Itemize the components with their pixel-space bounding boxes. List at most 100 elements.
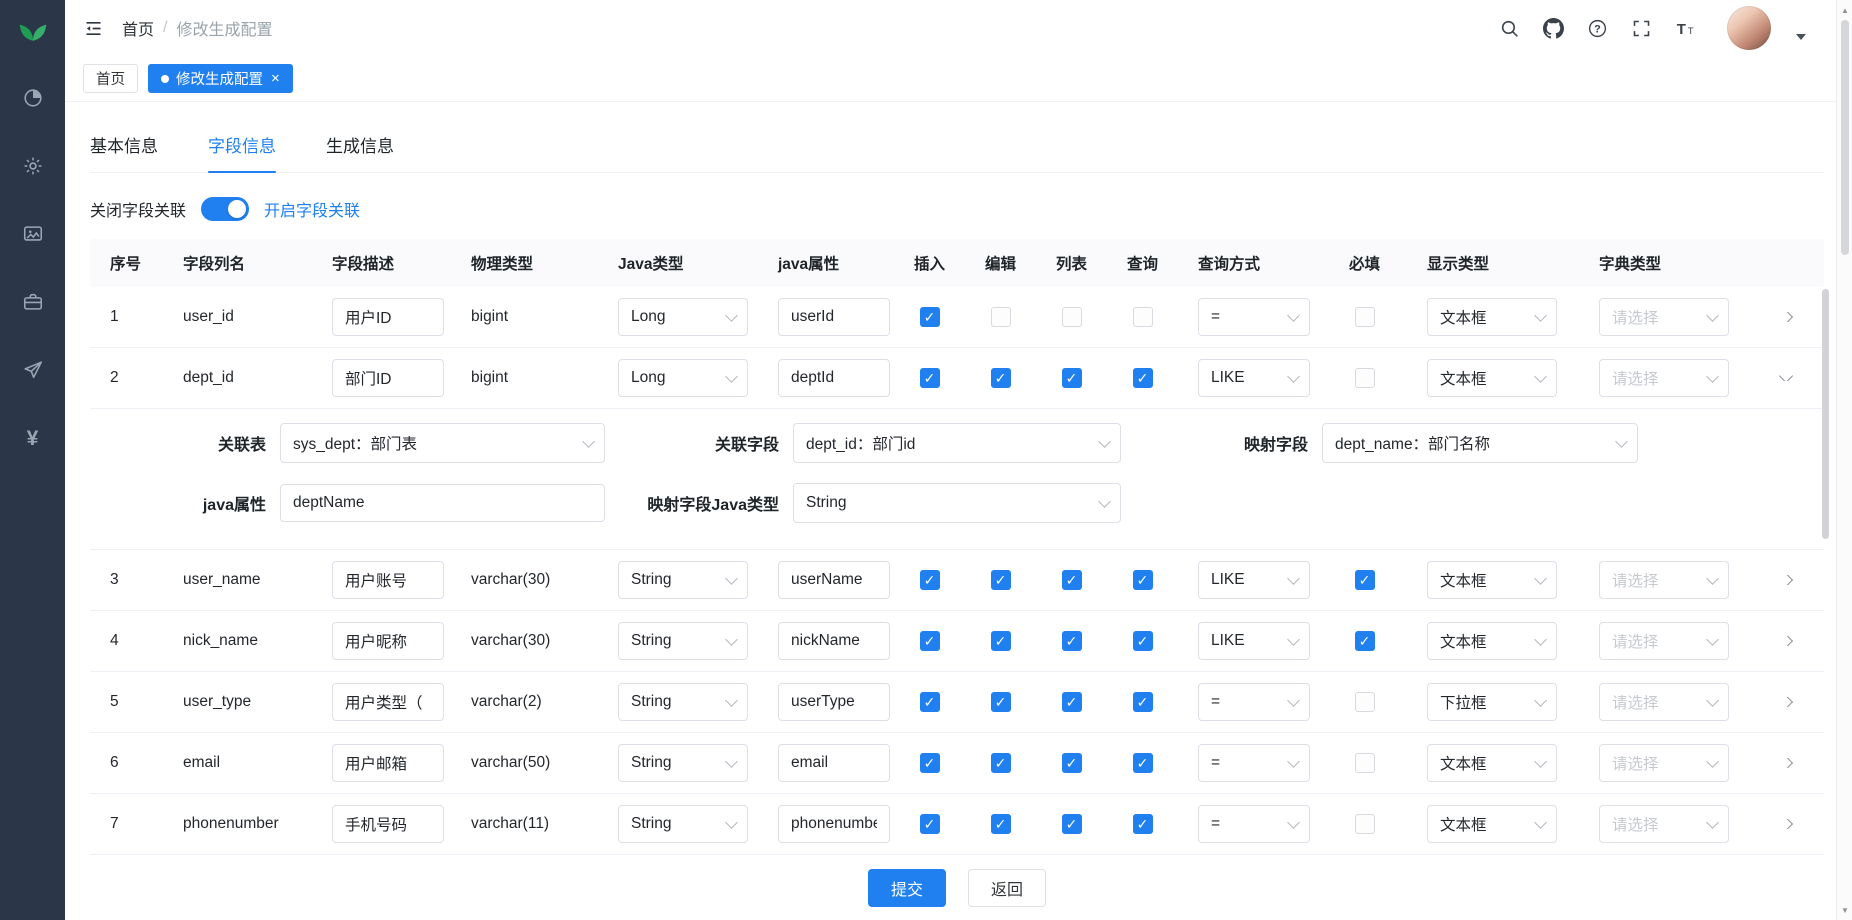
exp-java-prop-input[interactable]	[280, 484, 605, 522]
query-type-select[interactable]: LIKE	[1198, 622, 1310, 660]
edit-checkbox[interactable]: ✓	[991, 753, 1011, 773]
java-prop-input[interactable]	[778, 298, 890, 336]
scrollbar-down-arrow-icon[interactable]: ▼	[1837, 902, 1852, 918]
tab-1[interactable]: 字段信息	[208, 132, 276, 172]
briefcase-icon[interactable]	[21, 290, 45, 314]
fullscreen-icon[interactable]	[1631, 18, 1652, 39]
field-desc-input[interactable]	[332, 359, 444, 397]
expand-row-icon[interactable]	[1779, 758, 1793, 768]
java-type-select[interactable]: String	[618, 744, 748, 782]
list-checkbox[interactable]: ✓	[1062, 631, 1082, 651]
map-java-type-select[interactable]: String	[793, 483, 1121, 523]
expand-row-icon[interactable]	[1779, 312, 1793, 322]
edit-checkbox[interactable]: ✓	[991, 570, 1011, 590]
field-desc-input[interactable]	[332, 622, 444, 660]
list-checkbox[interactable]: ✓	[1062, 368, 1082, 388]
table-scrollbar-thumb[interactable]	[1822, 289, 1829, 539]
expand-row-icon[interactable]	[1779, 575, 1793, 585]
display-type-select[interactable]: 文本框	[1427, 805, 1557, 843]
display-type-select[interactable]: 文本框	[1427, 359, 1557, 397]
field-desc-input[interactable]	[332, 805, 444, 843]
query-type-select[interactable]: =	[1198, 298, 1310, 336]
tag-current[interactable]: 修改生成配置×	[148, 64, 293, 93]
field-association-toggle[interactable]	[201, 197, 249, 221]
dict-type-select[interactable]: 请选择	[1599, 561, 1729, 599]
java-type-select[interactable]: Long	[618, 359, 748, 397]
assoc-table-select[interactable]: sys_dept：部门表	[280, 423, 605, 463]
java-prop-input[interactable]	[778, 744, 890, 782]
list-checkbox[interactable]: ✓	[1062, 814, 1082, 834]
picture-monitor-icon[interactable]	[21, 222, 45, 246]
query-type-select[interactable]: LIKE	[1198, 359, 1310, 397]
expand-row-icon[interactable]	[1779, 636, 1793, 646]
java-prop-input[interactable]	[778, 359, 890, 397]
help-icon[interactable]: ?	[1587, 18, 1608, 39]
display-type-select[interactable]: 文本框	[1427, 298, 1557, 336]
send-plane-icon[interactable]	[21, 358, 45, 382]
required-checkbox[interactable]	[1355, 368, 1375, 388]
submit-button[interactable]: 提交	[868, 869, 946, 907]
user-avatar[interactable]	[1727, 6, 1771, 50]
insert-checkbox[interactable]: ✓	[920, 368, 940, 388]
required-checkbox[interactable]: ✓	[1355, 570, 1375, 590]
sidebar-collapse-icon[interactable]	[83, 18, 104, 39]
dict-type-select[interactable]: 请选择	[1599, 805, 1729, 843]
required-checkbox[interactable]	[1355, 814, 1375, 834]
query-checkbox[interactable]: ✓	[1133, 692, 1153, 712]
java-prop-input[interactable]	[778, 805, 890, 843]
java-type-select[interactable]: String	[618, 622, 748, 660]
edit-checkbox[interactable]: ✓	[991, 814, 1011, 834]
edit-checkbox[interactable]: ✓	[991, 631, 1011, 651]
query-type-select[interactable]: =	[1198, 744, 1310, 782]
display-type-select[interactable]: 文本框	[1427, 561, 1557, 599]
display-type-select[interactable]: 文本框	[1427, 622, 1557, 660]
query-checkbox[interactable]: ✓	[1133, 570, 1153, 590]
back-button[interactable]: 返回	[968, 869, 1046, 907]
user-menu-caret-icon[interactable]	[1796, 34, 1806, 40]
java-prop-input[interactable]	[778, 561, 890, 599]
tag-home[interactable]: 首页	[83, 64, 138, 93]
field-desc-input[interactable]	[332, 298, 444, 336]
display-type-select[interactable]: 下拉框	[1427, 683, 1557, 721]
dict-type-select[interactable]: 请选择	[1599, 359, 1729, 397]
page-scrollbar[interactable]: ▲ ▼	[1836, 0, 1852, 920]
settings-gear-icon[interactable]	[21, 154, 45, 178]
list-checkbox[interactable]	[1062, 307, 1082, 327]
tab-0[interactable]: 基本信息	[90, 132, 158, 172]
required-checkbox[interactable]	[1355, 753, 1375, 773]
query-type-select[interactable]: LIKE	[1198, 561, 1310, 599]
breadcrumb-home[interactable]: 首页	[122, 16, 154, 40]
list-checkbox[interactable]: ✓	[1062, 570, 1082, 590]
query-checkbox[interactable]: ✓	[1133, 753, 1153, 773]
insert-checkbox[interactable]: ✓	[920, 692, 940, 712]
dict-type-select[interactable]: 请选择	[1599, 622, 1729, 660]
edit-checkbox[interactable]: ✓	[991, 692, 1011, 712]
association-on-link[interactable]: 开启字段关联	[264, 197, 360, 221]
java-type-select[interactable]: String	[618, 683, 748, 721]
edit-checkbox[interactable]: ✓	[991, 368, 1011, 388]
tab-2[interactable]: 生成信息	[326, 132, 394, 172]
required-checkbox[interactable]	[1355, 692, 1375, 712]
field-desc-input[interactable]	[332, 744, 444, 782]
required-checkbox[interactable]	[1355, 307, 1375, 327]
dict-type-select[interactable]: 请选择	[1599, 298, 1729, 336]
query-type-select[interactable]: =	[1198, 683, 1310, 721]
list-checkbox[interactable]: ✓	[1062, 692, 1082, 712]
insert-checkbox[interactable]: ✓	[920, 307, 940, 327]
required-checkbox[interactable]: ✓	[1355, 631, 1375, 651]
query-checkbox[interactable]	[1133, 307, 1153, 327]
query-type-select[interactable]: =	[1198, 805, 1310, 843]
query-checkbox[interactable]: ✓	[1133, 814, 1153, 834]
font-size-icon[interactable]: TT	[1675, 18, 1696, 39]
field-desc-input[interactable]	[332, 683, 444, 721]
dict-type-select[interactable]: 请选择	[1599, 683, 1729, 721]
tag-close-icon[interactable]: ×	[271, 70, 280, 87]
github-icon[interactable]	[1543, 18, 1564, 39]
insert-checkbox[interactable]: ✓	[920, 570, 940, 590]
assoc-field-select[interactable]: dept_id：部门id	[793, 423, 1121, 463]
map-field-select[interactable]: dept_name：部门名称	[1322, 423, 1638, 463]
scrollbar-up-arrow-icon[interactable]: ▲	[1837, 2, 1852, 18]
dict-type-select[interactable]: 请选择	[1599, 744, 1729, 782]
currency-yen-icon[interactable]: ¥	[21, 426, 45, 450]
display-type-select[interactable]: 文本框	[1427, 744, 1557, 782]
